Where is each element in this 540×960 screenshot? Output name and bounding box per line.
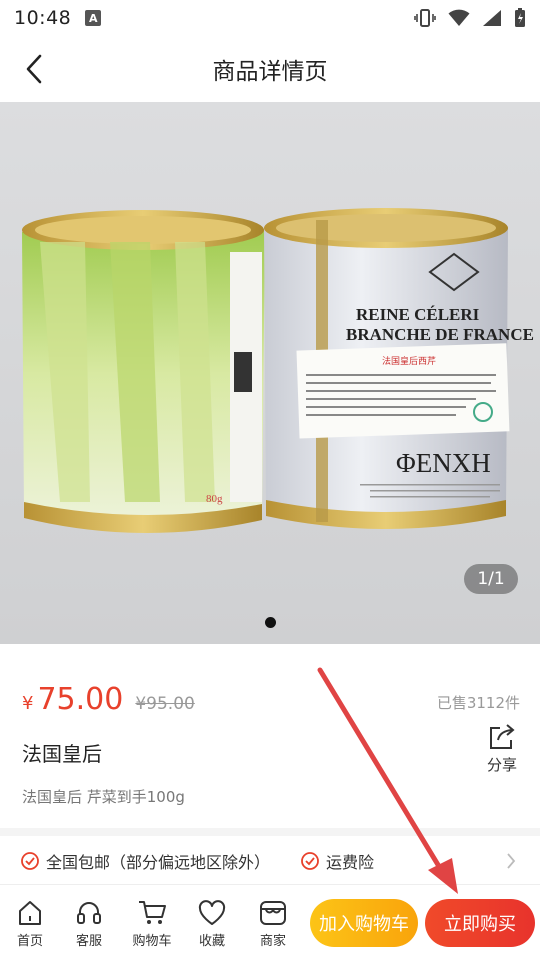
nav-label: 购物车: [132, 934, 172, 949]
share-icon: [490, 724, 515, 749]
share-button[interactable]: 分享: [482, 724, 522, 775]
status-bar: 10:48 A: [0, 0, 540, 36]
status-time: 10:48: [14, 7, 72, 29]
home-icon: [19, 901, 41, 925]
nav-store[interactable]: 商家: [248, 899, 298, 949]
nav-label: 商家: [259, 934, 286, 949]
check-circle-icon: [21, 852, 39, 870]
currency-symbol: ¥: [22, 693, 34, 714]
cart-icon: [139, 901, 166, 924]
battery-charging-icon: [515, 8, 525, 27]
can-brand: ΦENXH: [396, 448, 491, 478]
gallery-pagination: [0, 617, 540, 662]
service-free-shipping: 全国包邮（部分偏远地区除外）: [20, 849, 270, 873]
back-button[interactable]: [18, 53, 50, 85]
product-info-card: ¥ 75.00 ¥95.00 已售3112件 法国皇后 分享 法国皇后 芹菜到手…: [0, 662, 540, 828]
share-label: 分享: [486, 756, 517, 774]
chevron-left-icon: [26, 54, 42, 84]
status-icons: [414, 8, 526, 28]
page-title: 商品详情页: [212, 59, 328, 85]
heart-icon: [198, 900, 226, 925]
nav-cart[interactable]: 购物车: [127, 899, 177, 949]
can-weight-label: 80g: [206, 493, 223, 505]
can-title-line1: REINE CÉLERI: [356, 305, 480, 324]
signal-icon: [483, 10, 501, 26]
nav-home[interactable]: 首页: [5, 899, 55, 949]
nav-label: 收藏: [198, 934, 225, 949]
service-label: 全国包邮（部分偏远地区除外）: [46, 853, 271, 872]
buy-now-button[interactable]: 立即购买: [425, 899, 535, 947]
service-shipping-insurance: 运费险: [300, 849, 374, 873]
headset-icon: [77, 902, 101, 924]
nav-favorite[interactable]: 收藏: [187, 899, 237, 949]
nav-label: 首页: [16, 934, 43, 949]
wifi-icon: [448, 9, 470, 26]
check-circle-icon: [301, 852, 319, 870]
add-to-cart-button[interactable]: 加入购物车: [310, 899, 418, 947]
sold-count: 已售3112件: [436, 694, 520, 712]
service-guarantees[interactable]: 全国包邮（部分偏远地区除外） 运费险: [0, 836, 540, 886]
original-price: ¥95.00: [135, 694, 195, 714]
nav-label: 客服: [75, 934, 102, 949]
store-icon: [260, 901, 286, 925]
service-label: 运费险: [326, 853, 375, 872]
product-name: 法国皇后: [22, 742, 102, 766]
price-line: ¥ 75.00 ¥95.00: [22, 682, 195, 717]
can-title-line2: BRANCHE DE FRANCE: [346, 325, 534, 344]
chevron-right-icon: [507, 853, 516, 869]
vibrate-icon: [414, 9, 436, 27]
nav-customer-service[interactable]: 客服: [64, 899, 114, 949]
current-price: 75.00: [37, 682, 124, 717]
product-image-gallery[interactable]: 80g REINE CÉLERI BRANCHE DE FRANCE 法国皇后西…: [0, 102, 540, 644]
pagination-dot-active[interactable]: [265, 617, 276, 628]
notification-a-icon: A: [85, 10, 102, 26]
product-subtitle: 法国皇后 芹菜到手100g: [22, 788, 185, 806]
product-photo: 80g REINE CÉLERI BRANCHE DE FRANCE 法国皇后西…: [0, 102, 540, 644]
bottom-action-bar: 首页 客服 购物车 收藏 商家 加入购物车 立即购买: [0, 884, 540, 960]
image-counter: 1/1: [464, 564, 518, 594]
page-header: 商品详情页: [0, 36, 540, 102]
can-label-cn: 法国皇后西芹: [382, 355, 436, 367]
